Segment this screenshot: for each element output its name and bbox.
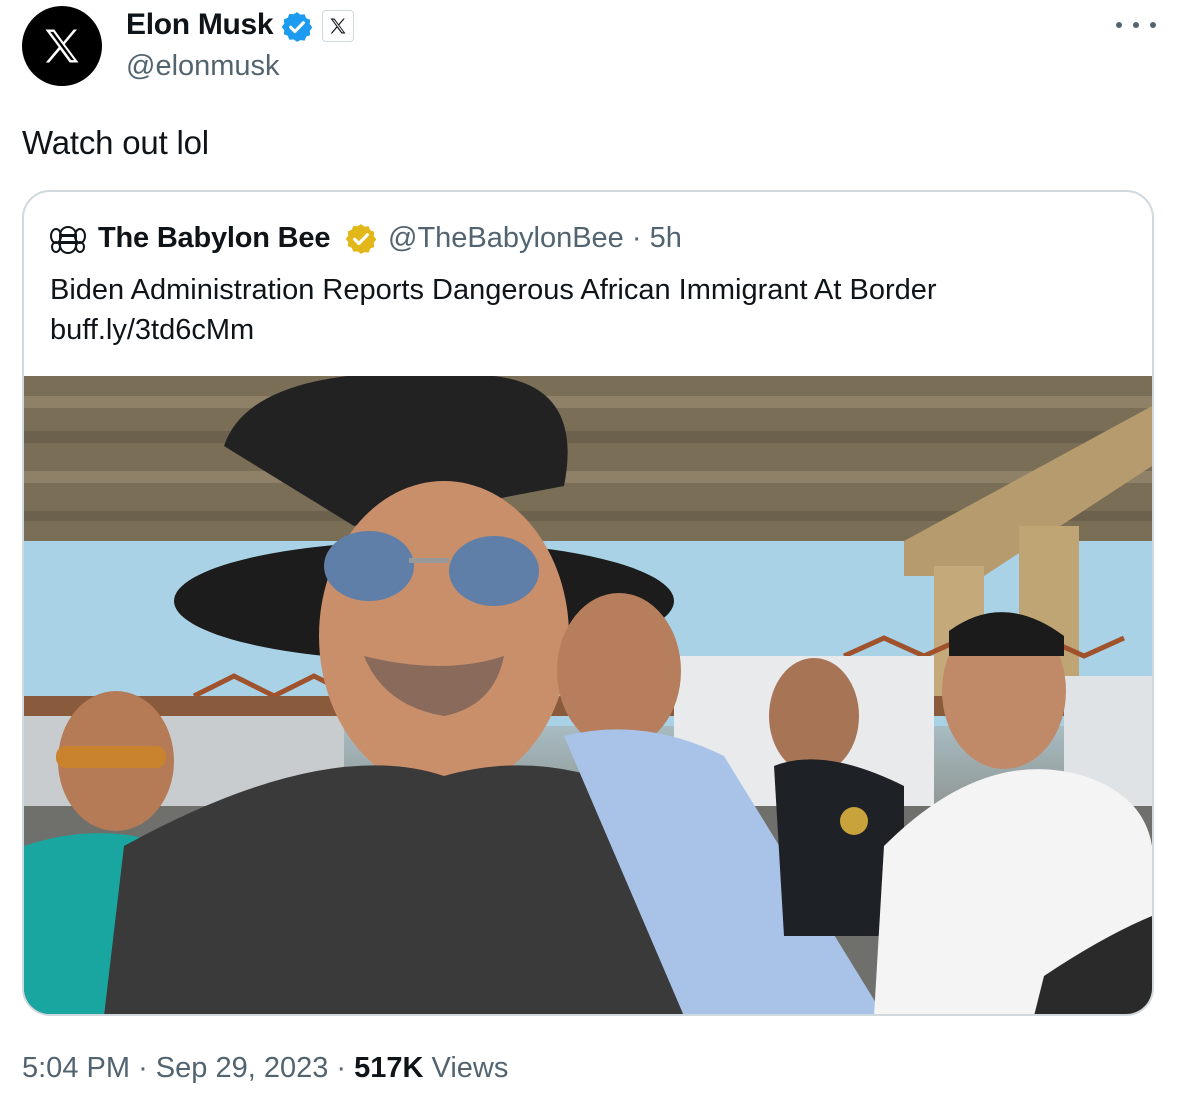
affiliation-x-badge-icon[interactable] [322, 10, 354, 42]
author-avatar[interactable] [22, 6, 102, 86]
views-label: Views [431, 1052, 509, 1084]
meta-separator: · [336, 1052, 347, 1084]
views-count[interactable]: 517K [354, 1052, 423, 1084]
tweet-time[interactable]: 5:04 PM [22, 1052, 130, 1084]
quoted-tweet-card[interactable]: The Babylon Bee @TheBabylonBee · 5h Bide… [22, 190, 1154, 1016]
tweet: Elon Musk @elonmusk Watch out lol The Ba… [0, 0, 1178, 1108]
quoted-author-name[interactable]: The Babylon Bee [98, 222, 330, 255]
verified-organization-badge-icon [345, 224, 377, 254]
quoted-meta: @TheBabylonBee · 5h [388, 222, 682, 255]
quoted-link[interactable]: buff.ly/3td6cMm [50, 310, 1130, 350]
quoted-handle[interactable]: @TheBabylonBee [388, 222, 624, 254]
author-handle[interactable]: @elonmusk [126, 50, 280, 83]
x-logo-icon [45, 29, 79, 63]
quoted-age[interactable]: 5h [650, 222, 682, 254]
author-name[interactable]: Elon Musk [126, 8, 274, 42]
babylon-bee-logo-icon [50, 226, 86, 254]
meta-separator: · [138, 1052, 148, 1084]
tweet-date[interactable]: Sep 29, 2023 [156, 1052, 329, 1084]
quoted-headline: Biden Administration Reports Dangerous A… [50, 274, 937, 306]
meta-separator: · [631, 222, 642, 254]
quoted-photo[interactable] [24, 376, 1152, 1014]
verified-badge-icon[interactable] [280, 10, 314, 44]
more-options-icon[interactable] [1116, 10, 1156, 40]
tweet-text: Watch out lol [22, 124, 209, 161]
tweet-meta-row: 5:04 PM · Sep 29, 2023 · 517K Views [22, 1052, 508, 1085]
quoted-text: Biden Administration Reports Dangerous A… [50, 270, 1130, 350]
